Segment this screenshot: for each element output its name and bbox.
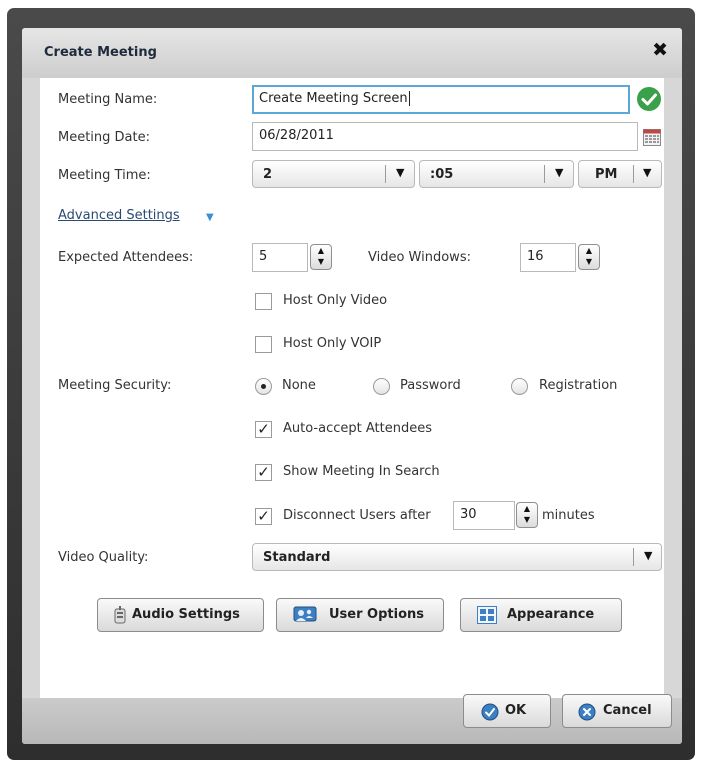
disconnect-users-label: Disconnect Users after bbox=[283, 508, 431, 523]
expected-attendees-value: 5 bbox=[259, 249, 268, 264]
chevron-down-icon: ▼ bbox=[555, 166, 564, 179]
dialog-body: Meeting Name: Create Meeting Screen Meet… bbox=[40, 78, 664, 698]
checkmark-circle-icon bbox=[637, 87, 661, 111]
security-password-label: Password bbox=[400, 378, 461, 393]
show-in-search-label: Show Meeting In Search bbox=[283, 464, 440, 479]
ok-button[interactable]: OK bbox=[463, 694, 551, 728]
meeting-name-input[interactable]: Create Meeting Screen bbox=[252, 85, 630, 114]
ampm-value: PM bbox=[595, 167, 618, 182]
dialog-titlebar[interactable]: Create Meeting ✖ bbox=[22, 28, 682, 78]
text-cursor bbox=[408, 91, 410, 106]
radio-selected-dot bbox=[261, 384, 266, 389]
create-meeting-dialog: Create Meeting ✖ Meeting Name: Create Me… bbox=[22, 28, 682, 744]
audio-settings-button[interactable]: Audio Settings bbox=[97, 598, 264, 632]
dialog-footer: OK Cancel bbox=[22, 694, 682, 744]
disconnect-users-checkbox[interactable]: ✓ bbox=[255, 508, 272, 525]
auto-accept-label: Auto-accept Attendees bbox=[283, 421, 432, 436]
host-only-voip-label: Host Only VOIP bbox=[283, 336, 382, 351]
video-windows-stepper[interactable]: ▲ ▼ bbox=[578, 244, 600, 270]
user-options-icon bbox=[293, 606, 317, 622]
audio-device-icon bbox=[114, 606, 126, 624]
meeting-time-label: Meeting Time: bbox=[58, 168, 151, 183]
chevron-down-icon: ▼ bbox=[643, 166, 652, 179]
video-windows-input[interactable]: 16 bbox=[520, 243, 576, 272]
video-quality-label: Video Quality: bbox=[58, 550, 149, 565]
meeting-date-label: Meeting Date: bbox=[58, 130, 150, 145]
security-registration-radio[interactable] bbox=[511, 378, 528, 395]
minute-select[interactable]: :05 ▼ bbox=[419, 160, 574, 188]
security-none-label: None bbox=[282, 378, 316, 393]
cancel-label: Cancel bbox=[603, 703, 652, 718]
security-password-radio[interactable] bbox=[373, 378, 390, 395]
dialog-title: Create Meeting bbox=[44, 45, 157, 60]
user-options-button[interactable]: User Options bbox=[276, 598, 444, 632]
expected-attendees-label: Expected Attendees: bbox=[58, 250, 194, 265]
hour-select[interactable]: 2 ▼ bbox=[252, 160, 415, 188]
hour-value: 2 bbox=[263, 167, 273, 182]
meeting-name-value: Create Meeting Screen bbox=[259, 91, 408, 106]
meeting-security-label: Meeting Security: bbox=[58, 378, 172, 393]
expected-attendees-input[interactable]: 5 bbox=[252, 243, 308, 272]
security-none-radio[interactable] bbox=[255, 378, 272, 395]
host-only-video-checkbox[interactable] bbox=[255, 293, 272, 310]
chevron-down-icon: ▼ bbox=[396, 166, 405, 179]
host-only-voip-checkbox[interactable] bbox=[255, 336, 272, 353]
attendees-stepper[interactable]: ▲ ▼ bbox=[310, 244, 332, 270]
disconnect-minutes-input[interactable]: 30 bbox=[453, 501, 515, 530]
appearance-icon bbox=[477, 606, 497, 624]
auto-accept-checkbox[interactable]: ✓ bbox=[255, 421, 272, 438]
minute-value: :05 bbox=[430, 167, 454, 182]
meeting-name-label: Meeting Name: bbox=[58, 92, 158, 107]
cancel-icon bbox=[578, 703, 596, 721]
minutes-label: minutes bbox=[542, 508, 595, 523]
meeting-date-input[interactable]: 06/28/2011 bbox=[252, 122, 638, 151]
disconnect-minutes-value: 30 bbox=[460, 507, 477, 522]
show-in-search-checkbox[interactable]: ✓ bbox=[255, 464, 272, 481]
meeting-date-value: 06/28/2011 bbox=[259, 128, 334, 143]
video-quality-value: Standard bbox=[263, 550, 331, 565]
audio-settings-label: Audio Settings bbox=[132, 607, 240, 622]
video-windows-value: 16 bbox=[527, 249, 544, 264]
ok-label: OK bbox=[505, 703, 527, 718]
ampm-select[interactable]: PM ▼ bbox=[578, 160, 662, 188]
disconnect-minutes-stepper[interactable]: ▲ ▼ bbox=[516, 502, 538, 528]
host-only-video-label: Host Only Video bbox=[283, 293, 388, 308]
appearance-button[interactable]: Appearance bbox=[460, 598, 622, 632]
appearance-label: Appearance bbox=[507, 607, 595, 622]
advanced-settings-link[interactable]: Advanced Settings bbox=[58, 208, 180, 223]
select-divider bbox=[385, 165, 386, 183]
calendar-icon[interactable] bbox=[643, 129, 661, 146]
select-divider bbox=[633, 165, 634, 183]
user-options-label: User Options bbox=[329, 607, 424, 622]
security-registration-label: Registration bbox=[539, 378, 618, 393]
cancel-button[interactable]: Cancel bbox=[562, 694, 672, 728]
chevron-down-icon: ▼ bbox=[644, 549, 653, 562]
select-divider bbox=[544, 165, 545, 183]
expand-triangle-icon[interactable]: ▼ bbox=[206, 212, 214, 223]
select-divider bbox=[633, 548, 634, 566]
ok-icon bbox=[481, 703, 499, 721]
close-icon[interactable]: ✖ bbox=[652, 40, 668, 60]
video-quality-select[interactable]: Standard ▼ bbox=[252, 543, 662, 571]
video-windows-label: Video Windows: bbox=[368, 250, 471, 265]
